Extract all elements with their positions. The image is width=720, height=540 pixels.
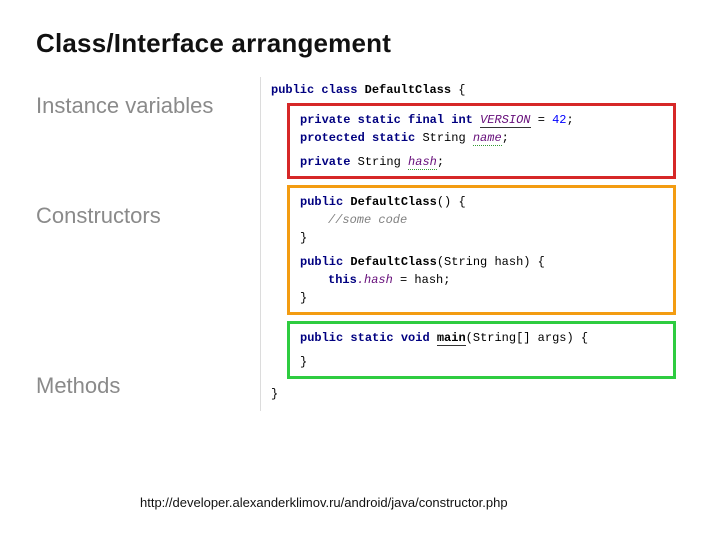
open-brace: { [451,83,465,97]
semi3: ; [437,155,444,169]
ctor-noarg-paren: () { [437,195,466,209]
ctor-noarg-name: DefaultClass [350,195,436,209]
method-main-name: main [437,331,466,346]
main-line: public static void main(String[] args) { [300,329,665,347]
class-header-line: public class DefaultClass { [271,81,676,99]
var-name-line: protected static String name; [300,129,665,147]
kw-static3: static [350,331,393,345]
label-constructors: Constructors [36,203,260,229]
label-methods: Methods [36,373,260,399]
ctor-arg-name: DefaultClass [350,255,436,269]
var-name: name [473,131,502,146]
kw-private2: private [300,155,350,169]
ctor-arg-body: this.hash = hash; [300,271,665,289]
kw-public: public [271,83,314,97]
main-close: ) { [567,331,589,345]
type-string-arr: String[] [473,331,531,345]
constructors-box: public DefaultClass() { //some code } pu… [287,185,676,315]
param-hash: hash [487,255,523,269]
code-panel: public class DefaultClass { private stat… [260,77,684,411]
var-hash-line: private String hash; [300,153,665,171]
kw-void: void [401,331,430,345]
kw-protected: protected [300,131,365,145]
type-string2: String [358,155,401,169]
open-paren: ( [437,255,444,269]
kw-static2: static [372,131,415,145]
kw-class: class [321,83,357,97]
instance-variables-box: private static final int VERSION = 42; p… [287,103,676,179]
eq: = [531,113,553,127]
footer-link: http://developer.alexanderklimov.ru/andr… [140,495,508,510]
ctor-noarg-comment: //some code [300,211,665,229]
content-area: Instance variables Constructors Methods … [36,77,684,411]
label-instance-variables: Instance variables [36,93,260,119]
var-version-line: private static final int VERSION = 42; [300,111,665,129]
methods-box: public static void main(String[] args) {… [287,321,676,379]
param-args: args [530,331,566,345]
slide-title: Class/Interface arrangement [36,28,684,59]
kw-static: static [358,113,401,127]
close-paren: ) { [523,255,545,269]
semi: ; [567,113,574,127]
class-name: DefaultClass [365,83,451,97]
assign-hash: = hash; [393,273,451,287]
ctor-arg-line: public DefaultClass(String hash) { [300,253,665,271]
type-string3: String [444,255,487,269]
kw-public2: public [300,195,343,209]
ctor-arg-close: } [300,289,665,307]
num-42: 42 [552,113,566,127]
type-string: String [422,131,465,145]
kw-int: int [451,113,473,127]
kw-final: final [408,113,444,127]
main-open: ( [466,331,473,345]
kw-public4: public [300,331,343,345]
var-version-name: VERSION [480,113,530,128]
semi2: ; [502,131,509,145]
this-hash: .hash [357,273,393,287]
kw-this: this [328,273,357,287]
main-close-brace: } [300,353,665,371]
kw-private: private [300,113,350,127]
kw-public3: public [300,255,343,269]
var-hash: hash [408,155,437,170]
labels-column: Instance variables Constructors Methods [36,77,260,411]
class-close-brace: } [271,385,676,403]
comment-text: //some code [328,213,407,227]
ctor-noarg-close: } [300,229,665,247]
ctor-noarg-line: public DefaultClass() { [300,193,665,211]
